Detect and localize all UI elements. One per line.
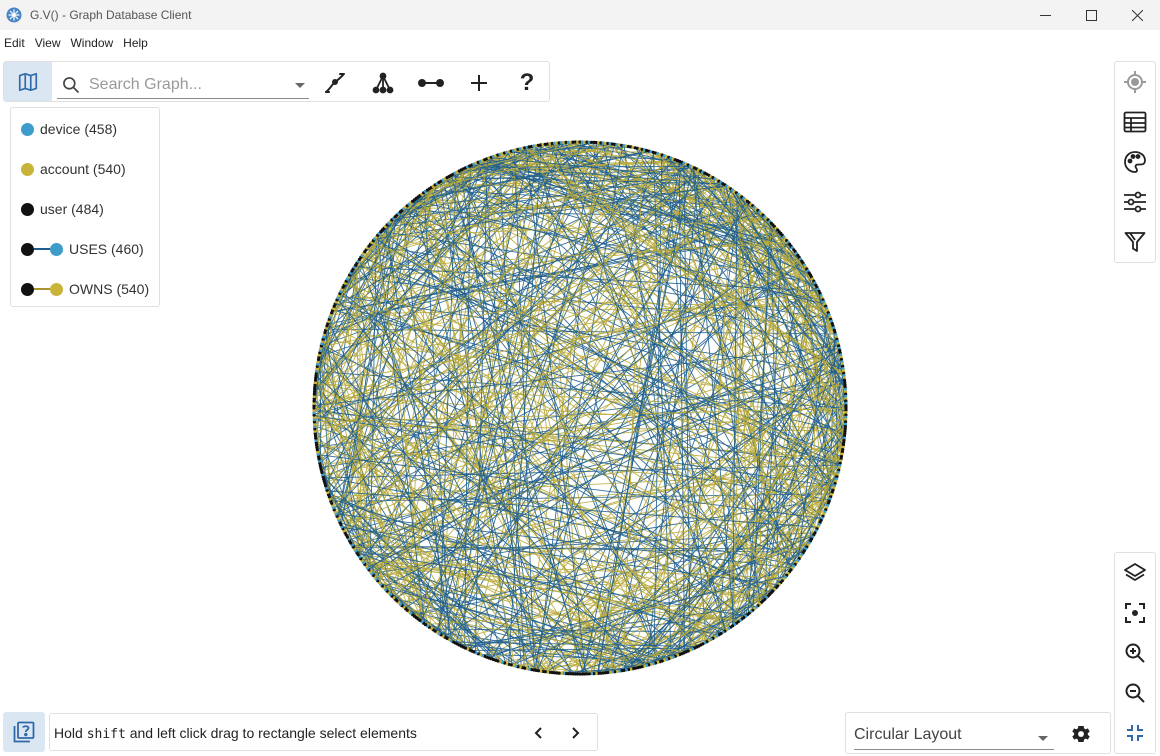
- legend-item-device[interactable]: device (458): [21, 119, 117, 139]
- minimize-icon: [1039, 14, 1051, 16]
- focus-icon: [1125, 603, 1145, 623]
- graph-toolbar: ?: [3, 61, 550, 102]
- filter-icon: [1124, 232, 1146, 252]
- edge-icon: [418, 79, 444, 87]
- plus-icon: [471, 75, 487, 91]
- layers-button[interactable]: [1115, 553, 1155, 593]
- title-bar: G.V() - Graph Database Client: [0, 0, 1160, 30]
- legend-item-owns[interactable]: OWNS (540): [21, 279, 149, 299]
- add-vertex-button[interactable]: [466, 70, 492, 96]
- menu-bar: Edit View Window Help: [0, 30, 1160, 56]
- menu-window[interactable]: Window: [66, 36, 119, 50]
- help-box-icon: [13, 721, 35, 743]
- add-edge-button[interactable]: [418, 70, 444, 96]
- account-dot-icon: [21, 162, 34, 176]
- layout-value: Circular Layout: [854, 726, 962, 743]
- right-toolbar-top: [1114, 61, 1156, 263]
- legend-label: account (540): [40, 161, 126, 177]
- uses-edge-icon: [34, 248, 50, 250]
- sliders-icon: [1124, 191, 1146, 213]
- window-controls: [1022, 0, 1160, 30]
- style-button[interactable]: [1115, 142, 1155, 182]
- legend-label: USES (460): [69, 241, 144, 257]
- close-icon: [1131, 9, 1143, 21]
- zoom-out-button[interactable]: [1115, 673, 1155, 713]
- layers-icon: [1124, 563, 1146, 581]
- previous-tip-button[interactable]: [528, 722, 550, 744]
- menu-view[interactable]: View: [31, 36, 67, 50]
- query-help-button[interactable]: [3, 712, 45, 752]
- gear-icon: [1072, 726, 1090, 742]
- help-button[interactable]: ?: [514, 69, 540, 96]
- locate-button[interactable]: [1115, 62, 1155, 102]
- collapse-icon: [1127, 725, 1143, 741]
- path-icon: [325, 73, 345, 93]
- right-toolbar-bottom: [1114, 552, 1156, 754]
- shift-key: shift: [86, 727, 126, 742]
- table-view-button[interactable]: [1115, 102, 1155, 142]
- chevron-down-icon: [1038, 736, 1048, 741]
- uses-from-dot-icon: [21, 242, 34, 256]
- search-field[interactable]: [57, 70, 309, 99]
- legend-label: OWNS (540): [69, 281, 150, 297]
- zoom-out-icon: [1125, 683, 1145, 703]
- filter-button[interactable]: [1115, 222, 1155, 262]
- legend-item-uses[interactable]: USES (460): [21, 239, 144, 259]
- search-icon: [63, 77, 80, 94]
- search-input[interactable]: [87, 72, 287, 98]
- app-logo-icon: [6, 7, 22, 23]
- graph-vertex[interactable]: [844, 404, 848, 408]
- maximize-button[interactable]: [1068, 0, 1114, 30]
- next-tip-button[interactable]: [564, 722, 586, 744]
- owns-to-dot-icon: [50, 282, 63, 296]
- graph-canvas[interactable]: [310, 138, 850, 678]
- maximize-icon: [1085, 9, 1097, 21]
- user-dot-icon: [21, 202, 34, 216]
- map-button[interactable]: [4, 62, 52, 101]
- minimize-button[interactable]: [1022, 0, 1068, 30]
- graph-legend: device (458) account (540) user (484) US…: [10, 107, 160, 307]
- owns-from-dot-icon: [21, 282, 34, 296]
- map-icon: [18, 72, 38, 91]
- path-button[interactable]: [322, 70, 348, 96]
- chevron-right-icon: [572, 727, 580, 739]
- legend-item-account[interactable]: account (540): [21, 159, 126, 179]
- legend-label: device (458): [40, 121, 118, 137]
- tree-button[interactable]: [370, 70, 396, 96]
- status-bar: Hold shift and left click drag to rectan…: [49, 713, 598, 751]
- focus-button[interactable]: [1115, 593, 1155, 633]
- search-dropdown-icon[interactable]: [295, 83, 305, 88]
- close-button[interactable]: [1114, 0, 1160, 30]
- menu-edit[interactable]: Edit: [0, 36, 31, 50]
- menu-help[interactable]: Help: [119, 36, 154, 50]
- table-icon: [1123, 111, 1147, 133]
- uses-to-dot-icon: [50, 242, 63, 256]
- legend-item-user[interactable]: user (484): [21, 199, 104, 219]
- layout-select[interactable]: Circular Layout: [854, 723, 1054, 750]
- layout-panel: Circular Layout: [845, 712, 1111, 754]
- graph-edges: [313, 141, 847, 675]
- collapse-button[interactable]: [1115, 713, 1155, 753]
- help-icon: ?: [519, 69, 535, 96]
- settings-sliders-button[interactable]: [1115, 182, 1155, 222]
- owns-edge-icon: [34, 288, 50, 290]
- zoom-in-button[interactable]: [1115, 633, 1155, 673]
- window-title: G.V() - Graph Database Client: [30, 8, 192, 22]
- palette-icon: [1124, 151, 1146, 173]
- legend-label: user (484): [40, 201, 104, 217]
- zoom-in-icon: [1125, 643, 1145, 663]
- tree-icon: [372, 72, 394, 94]
- device-dot-icon: [21, 122, 34, 136]
- layout-settings-button[interactable]: [1068, 721, 1094, 747]
- status-text: Hold shift and left click drag to rectan…: [54, 725, 417, 742]
- locate-icon: [1124, 71, 1146, 93]
- chevron-left-icon: [534, 727, 542, 739]
